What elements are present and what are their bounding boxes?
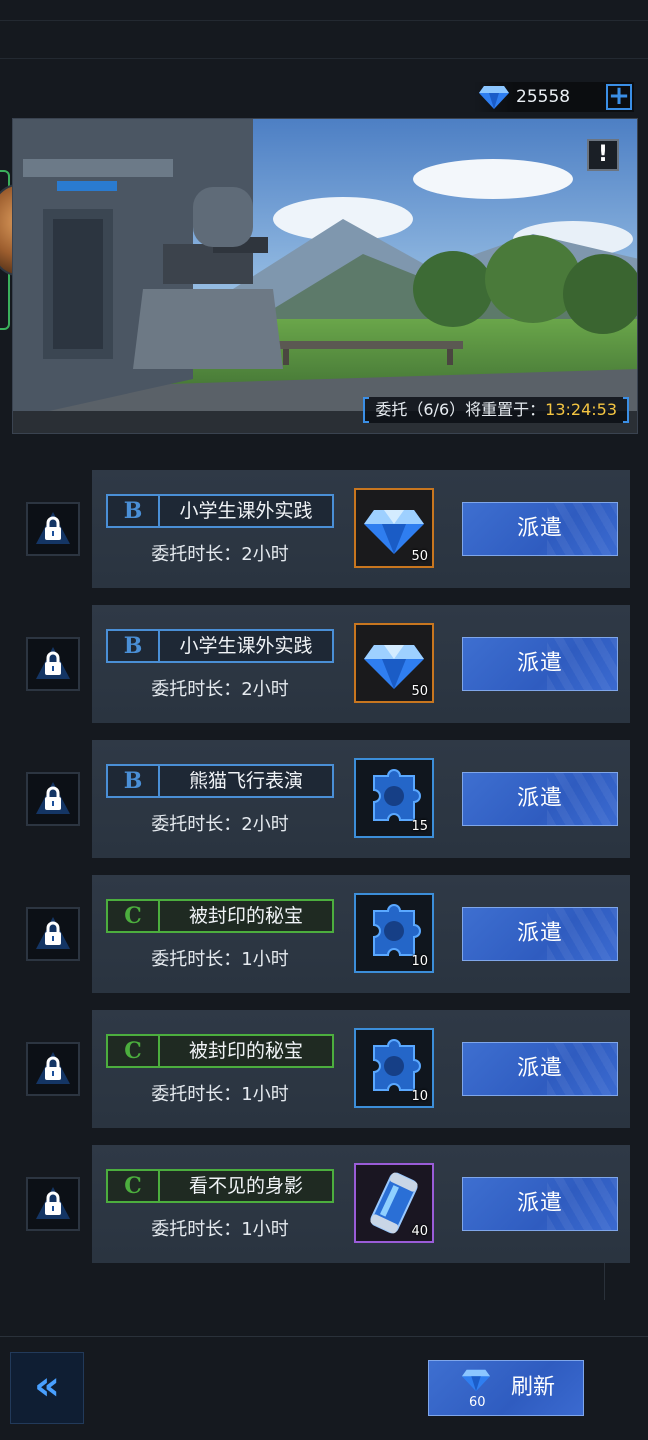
task-title-tag: C 看不见的身影 <box>106 1169 334 1203</box>
bottom-divider <box>0 1336 648 1337</box>
reset-time: 13:24:53 <box>545 400 617 419</box>
refresh-button[interactable]: 60 刷新 <box>428 1360 584 1416</box>
task-name: 小学生课外实践 <box>179 500 313 522</box>
currency-bar: 25558 + <box>474 82 634 112</box>
grade-badge: B <box>108 496 160 526</box>
diamond-icon <box>461 1369 491 1392</box>
task-name: 被封印的秘宝 <box>188 1040 303 1062</box>
task-panel: B 小学生课外实践委托时长：2小时 50 派遣 <box>92 605 630 723</box>
task-panel: C 看不见的身影委托时长：1小时 40 派遣 <box>92 1145 630 1263</box>
task-title-tag: C 被封印的秘宝 <box>106 1034 334 1068</box>
reset-timer-bar: 委托（6/6）将重置于：13:24:53 <box>363 397 629 423</box>
reward-slot[interactable]: 50 <box>354 488 434 568</box>
lock-icon <box>36 1187 70 1219</box>
lock-slot[interactable] <box>26 502 80 556</box>
lock-slot[interactable] <box>26 1177 80 1231</box>
diamond-amount: 25558 <box>516 87 571 107</box>
dispatch-button[interactable]: 派遣 <box>462 1177 618 1231</box>
task-row: C 被封印的秘宝委托时长：1小时 10 派遣 <box>16 1010 630 1128</box>
task-row: C 看不见的身影委托时长：1小时 40 派遣 <box>16 1145 630 1263</box>
bracket-right <box>623 397 629 423</box>
reward-quantity: 40 <box>411 1224 428 1239</box>
task-name: 小学生课外实践 <box>179 635 313 657</box>
task-panel: B 熊猫飞行表演委托时长：2小时 15 派遣 <box>92 740 630 858</box>
task-duration: 委托时长：2小时 <box>151 679 289 700</box>
reward-slot[interactable]: 10 <box>354 893 434 973</box>
lock-icon <box>36 647 70 679</box>
reward-quantity: 50 <box>411 549 428 564</box>
bracket-left <box>363 397 370 423</box>
lock-icon <box>36 512 70 544</box>
task-row: B 熊猫飞行表演委托时长：2小时 15 派遣 <box>16 740 630 858</box>
lock-slot[interactable] <box>26 637 80 691</box>
info-alert-button[interactable]: ! <box>587 139 619 171</box>
reward-slot[interactable]: 40 <box>354 1163 434 1243</box>
task-row: B 小学生课外实践委托时长：2小时 50 派遣 <box>16 470 630 588</box>
task-row: B 小学生课外实践委托时长：2小时 50 派遣 <box>16 605 630 723</box>
task-duration: 委托时长：1小时 <box>151 1084 289 1105</box>
bg-line <box>0 58 648 59</box>
reward-quantity: 15 <box>411 819 428 834</box>
lock-slot[interactable] <box>26 1042 80 1096</box>
reward-quantity: 10 <box>411 1089 428 1104</box>
task-panel: C 被封印的秘宝委托时长：1小时 10 派遣 <box>92 1010 630 1128</box>
dispatch-button[interactable]: 派遣 <box>462 502 618 556</box>
commission-banner: ! 委托（6/6）将重置于：13:24:53 <box>12 118 638 434</box>
task-title-tag: B 小学生课外实践 <box>106 629 334 663</box>
banner-scene-image <box>13 119 637 433</box>
lock-icon <box>36 1052 70 1084</box>
lock-icon <box>36 917 70 949</box>
reward-slot[interactable]: 15 <box>354 758 434 838</box>
reward-quantity: 10 <box>411 954 428 969</box>
task-duration: 委托时长：2小时 <box>151 544 289 565</box>
task-name: 熊猫飞行表演 <box>188 770 303 792</box>
bg-line <box>0 20 648 21</box>
dispatch-button[interactable]: 派遣 <box>462 1042 618 1096</box>
task-title-tag: B 小学生课外实践 <box>106 494 334 528</box>
refresh-label: 刷新 <box>511 1375 556 1400</box>
dispatch-button[interactable]: 派遣 <box>462 907 618 961</box>
reset-prefix: 委托（6/6）将重置于： <box>375 400 546 419</box>
dispatch-button[interactable]: 派遣 <box>462 637 618 691</box>
reward-quantity: 50 <box>411 684 428 699</box>
grade-badge: C <box>108 1171 160 1201</box>
grade-badge: B <box>108 631 160 661</box>
reward-slot[interactable]: 10 <box>354 1028 434 1108</box>
task-duration: 委托时长：1小时 <box>151 1219 289 1240</box>
grade-badge: C <box>108 1036 160 1066</box>
task-panel: C 被封印的秘宝委托时长：1小时 10 派遣 <box>92 875 630 993</box>
task-title-tag: B 熊猫飞行表演 <box>106 764 334 798</box>
task-name: 看不见的身影 <box>188 1175 303 1197</box>
reward-slot[interactable]: 50 <box>354 623 434 703</box>
task-duration: 委托时长：2小时 <box>151 814 289 835</box>
task-row: C 被封印的秘宝委托时长：1小时 10 派遣 <box>16 875 630 993</box>
lock-slot[interactable] <box>26 772 80 826</box>
task-duration: 委托时长：1小时 <box>151 949 289 970</box>
task-name: 被封印的秘宝 <box>188 905 303 927</box>
task-title-tag: C 被封印的秘宝 <box>106 899 334 933</box>
task-panel: B 小学生课外实践委托时长：2小时 50 派遣 <box>92 470 630 588</box>
add-diamond-button[interactable]: + <box>606 83 632 110</box>
refresh-cost: 60 <box>469 1395 486 1410</box>
lock-icon <box>36 782 70 814</box>
lock-slot[interactable] <box>26 907 80 961</box>
grade-badge: C <box>108 901 160 931</box>
dispatch-button[interactable]: 派遣 <box>462 772 618 826</box>
grade-badge: B <box>108 766 160 796</box>
back-button[interactable]: « <box>10 1352 84 1424</box>
diamond-icon <box>479 86 509 109</box>
